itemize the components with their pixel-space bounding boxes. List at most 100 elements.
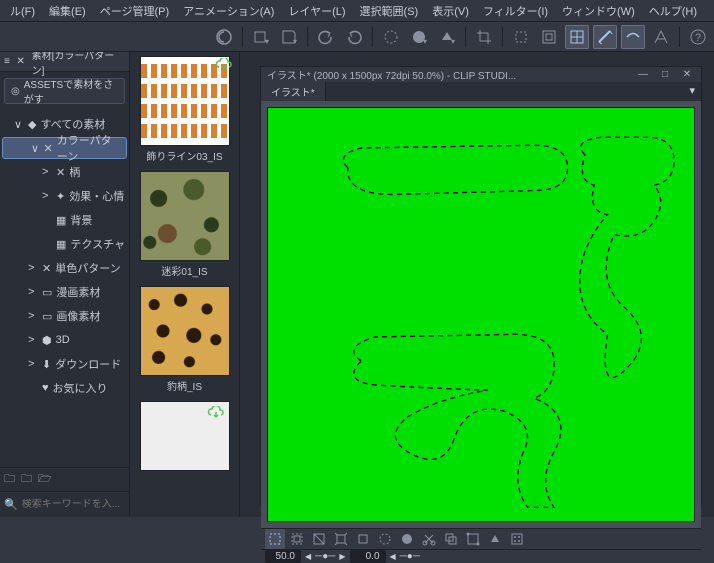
svg-text:▾: ▾ bbox=[451, 37, 455, 46]
zoom-value[interactable]: 50.0 bbox=[265, 550, 301, 563]
maximize-icon[interactable]: □ bbox=[657, 69, 673, 80]
canvas-statusbar: 50.0 ◀ ─●─ ▶ 0.0 ◀ ─●─ bbox=[261, 549, 701, 563]
zoom-down-icon[interactable]: ◀ bbox=[305, 552, 311, 561]
color-icon[interactable]: ▾ bbox=[407, 25, 431, 49]
menu-window[interactable]: ウィンドウ(W) bbox=[556, 1, 641, 21]
download-icon: ⬇ bbox=[42, 358, 51, 371]
building-icon: ▦ bbox=[56, 214, 66, 227]
document-tab[interactable]: イラスト* bbox=[261, 82, 326, 101]
expand-icon[interactable] bbox=[331, 529, 351, 549]
new-icon[interactable]: ▾ bbox=[249, 25, 273, 49]
tree-manga[interactable]: >▭漫画素材 bbox=[0, 280, 129, 304]
tab-menu-icon[interactable]: ▾ bbox=[683, 82, 701, 101]
material-tree: ∨◆すべての素材 ∨✕カラーパターン >✕柄 >✦効果・心情 ▦背景 ▦テクスチ… bbox=[0, 110, 129, 467]
folder-tools: 🗀 🗀 🗁 bbox=[0, 467, 129, 491]
zoom-up-icon[interactable]: ▶ bbox=[339, 552, 345, 561]
crop-icon[interactable] bbox=[472, 25, 496, 49]
help-icon[interactable]: ? bbox=[686, 25, 710, 49]
tree-download[interactable]: >⬇ダウンロード bbox=[0, 352, 129, 376]
redo-icon[interactable] bbox=[342, 25, 366, 49]
tree-image[interactable]: >▭画像素材 bbox=[0, 304, 129, 328]
tree-effect[interactable]: >✦効果・心情 bbox=[0, 184, 129, 208]
material-thumb-4[interactable] bbox=[140, 401, 230, 471]
menubar: ル(F) 編集(E) ページ管理(P) アニメーション(A) レイヤー(L) 選… bbox=[0, 0, 714, 22]
menu-selection[interactable]: 選択範囲(S) bbox=[354, 1, 425, 21]
folder-icon[interactable]: 🗀 bbox=[21, 470, 32, 489]
minimize-icon[interactable]: — bbox=[635, 69, 651, 80]
menu-filter[interactable]: フィルター(I) bbox=[477, 1, 554, 21]
heart-icon: ♥ bbox=[42, 382, 49, 394]
document-title: イラスト* (2000 x 1500px 72dpi 50.0%) - CLIP… bbox=[267, 67, 516, 82]
tree-color-pattern[interactable]: ∨✕カラーパターン bbox=[2, 137, 127, 159]
material-thumbnails: 飾りライン03_IS 迷彩01_IS 豹柄_IS bbox=[130, 52, 240, 517]
save-icon[interactable]: ▾ bbox=[277, 25, 301, 49]
cloud-download-icon[interactable] bbox=[215, 58, 233, 72]
menu-animation[interactable]: アニメーション(A) bbox=[177, 1, 280, 21]
material-thumb-3[interactable] bbox=[140, 286, 230, 376]
svg-text:▾: ▾ bbox=[423, 37, 427, 46]
tree-texture[interactable]: ▦テクスチャ bbox=[0, 232, 129, 256]
sparkle-icon: ✦ bbox=[56, 190, 65, 203]
cloud-download-icon[interactable] bbox=[207, 406, 225, 420]
fill-icon[interactable]: ▾ bbox=[435, 25, 459, 49]
assets-search-button[interactable]: ◎ ASSETSで素材をさがす bbox=[4, 78, 125, 104]
menu-edit[interactable]: 編集(E) bbox=[43, 1, 92, 21]
clipstudio-icon[interactable] bbox=[212, 25, 236, 49]
texture-icon: ▦ bbox=[56, 238, 66, 251]
open-folder-icon[interactable]: 🗁 bbox=[38, 470, 52, 489]
zoom-slider[interactable]: ─●─ bbox=[315, 551, 335, 562]
image-icon: ▭ bbox=[42, 310, 52, 323]
panel-close-icon[interactable]: ✕ bbox=[14, 56, 28, 67]
select-all-icon[interactable] bbox=[287, 529, 307, 549]
scale-icon[interactable] bbox=[463, 529, 483, 549]
document-tabs: イラスト* ▾ bbox=[261, 82, 701, 101]
grid-icon[interactable] bbox=[565, 25, 589, 49]
new-folder-icon[interactable]: 🗀 bbox=[4, 470, 15, 489]
undo-icon[interactable] bbox=[314, 25, 338, 49]
ruler-icon[interactable] bbox=[593, 25, 617, 49]
clear-icon[interactable] bbox=[379, 25, 403, 49]
rotation-value[interactable]: 0.0 bbox=[350, 550, 386, 563]
menu-page[interactable]: ページ管理(P) bbox=[94, 1, 175, 21]
invert-icon[interactable] bbox=[309, 529, 329, 549]
menu-layer[interactable]: レイヤー(L) bbox=[282, 1, 351, 21]
deselect-icon[interactable] bbox=[265, 529, 285, 549]
search-row: 🔍 bbox=[0, 491, 129, 517]
shrink-icon[interactable] bbox=[353, 529, 373, 549]
grid-dots-icon: ◆ bbox=[28, 118, 36, 131]
perspective-icon[interactable] bbox=[649, 25, 673, 49]
selection-toolbar bbox=[261, 528, 701, 549]
pattern-icon: ✕ bbox=[44, 142, 53, 155]
menu-help[interactable]: ヘルプ(H) bbox=[643, 1, 703, 21]
panel-menu-icon[interactable]: ≡ bbox=[4, 56, 10, 67]
tree-3d[interactable]: >⬢3D bbox=[0, 328, 129, 352]
material-thumb-2[interactable] bbox=[140, 171, 230, 261]
rot-down-icon[interactable]: ◀ bbox=[390, 552, 396, 561]
rot-slider[interactable]: ─●─ bbox=[400, 551, 420, 562]
close-icon[interactable]: ✕ bbox=[679, 69, 695, 80]
canvas[interactable] bbox=[267, 107, 695, 522]
panel-header: ≡ ✕ 素材[カラーパターン] bbox=[0, 52, 129, 72]
tree-mono-pattern[interactable]: >✕単色パターン bbox=[0, 256, 129, 280]
main-toolbar: ▾ ▾ ▾ ▾ ? bbox=[0, 22, 714, 52]
canvas-size-icon[interactable] bbox=[509, 25, 533, 49]
svg-text:?: ? bbox=[695, 32, 701, 44]
search-icon: 🔍 bbox=[4, 498, 18, 511]
delete-sel-icon[interactable] bbox=[375, 529, 395, 549]
delete-out-icon[interactable] bbox=[397, 529, 417, 549]
search-input[interactable] bbox=[22, 499, 130, 510]
tree-favorite[interactable]: ♥お気に入り bbox=[0, 376, 129, 400]
menu-view[interactable]: 表示(V) bbox=[426, 1, 475, 21]
document-titlebar[interactable]: イラスト* (2000 x 1500px 72dpi 50.0%) - CLIP… bbox=[261, 67, 701, 82]
new-tone-icon[interactable] bbox=[507, 529, 527, 549]
cube-icon: ⬢ bbox=[42, 334, 52, 347]
cut-icon[interactable] bbox=[419, 529, 439, 549]
fill-sel-icon[interactable] bbox=[485, 529, 505, 549]
tree-background[interactable]: ▦背景 bbox=[0, 208, 129, 232]
snap-icon[interactable] bbox=[621, 25, 645, 49]
pattern-icon: ✕ bbox=[56, 166, 65, 179]
copy-icon[interactable] bbox=[441, 529, 461, 549]
svg-text:▾: ▾ bbox=[265, 37, 269, 46]
rotate-canvas-icon[interactable] bbox=[537, 25, 561, 49]
menu-file[interactable]: ル(F) bbox=[4, 1, 41, 21]
